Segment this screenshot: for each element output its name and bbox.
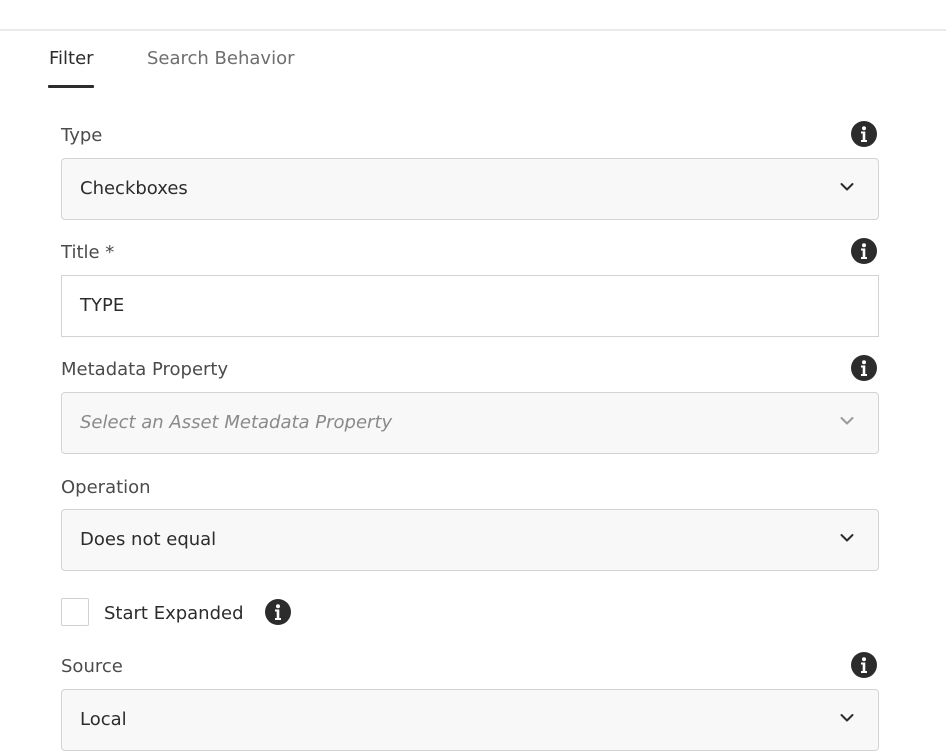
title-input-value: TYPE bbox=[80, 295, 125, 316]
chevron-down-icon bbox=[840, 417, 854, 425]
source-label: Source bbox=[61, 656, 123, 677]
info-icon[interactable] bbox=[851, 355, 877, 381]
tab-selected-indicator bbox=[48, 85, 94, 88]
operation-select-value: Does not equal bbox=[80, 529, 217, 550]
info-icon[interactable] bbox=[265, 599, 291, 625]
tab-filter[interactable]: Filter bbox=[49, 48, 94, 70]
title-input[interactable]: TYPE bbox=[61, 275, 879, 337]
metadata-property-placeholder: Select an Asset Metadata Property bbox=[80, 412, 393, 433]
start-expanded-checkbox[interactable] bbox=[61, 598, 89, 626]
chevron-down-icon bbox=[840, 183, 854, 191]
info-icon[interactable] bbox=[851, 238, 877, 264]
type-select-value: Checkboxes bbox=[80, 178, 188, 199]
type-select[interactable]: Checkboxes bbox=[61, 158, 879, 220]
info-icon[interactable] bbox=[851, 121, 877, 147]
operation-label: Operation bbox=[61, 477, 151, 498]
title-label: Title * bbox=[61, 242, 115, 263]
source-select-value: Local bbox=[80, 709, 127, 730]
source-select[interactable]: Local bbox=[61, 689, 879, 751]
operation-select[interactable]: Does not equal bbox=[61, 509, 879, 571]
metadata-property-select[interactable]: Select an Asset Metadata Property bbox=[61, 392, 879, 454]
chevron-down-icon bbox=[840, 714, 854, 722]
info-icon[interactable] bbox=[851, 652, 877, 678]
top-divider bbox=[0, 29, 946, 31]
metadata-property-label: Metadata Property bbox=[61, 359, 229, 380]
start-expanded-label[interactable]: Start Expanded bbox=[104, 603, 244, 625]
tab-search-behavior[interactable]: Search Behavior bbox=[147, 48, 295, 70]
chevron-down-icon bbox=[840, 534, 854, 542]
type-label: Type bbox=[61, 125, 103, 146]
